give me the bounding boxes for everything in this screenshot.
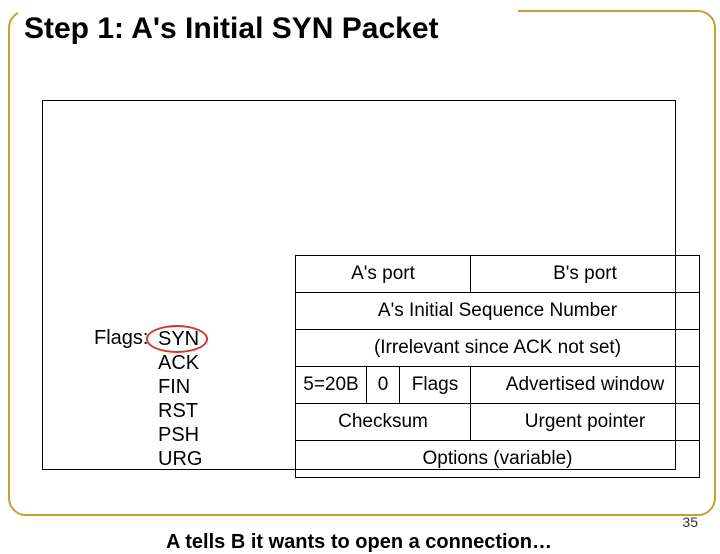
- flag-rst: RST: [158, 399, 202, 423]
- cell-options: Options (variable): [296, 441, 700, 478]
- cell-checksum: Checksum: [296, 404, 471, 441]
- cell-flags: Flags: [400, 367, 471, 404]
- flag-urg: URG: [158, 447, 202, 471]
- flag-ack: ACK: [158, 351, 202, 375]
- slide: Step 1: A's Initial SYN Packet Flags: SY…: [0, 0, 720, 540]
- table-row: A's port B's port: [296, 256, 700, 293]
- table-row: Options (variable): [296, 441, 700, 478]
- cell-src-port: A's port: [296, 256, 471, 293]
- table-row: (Irrelevant since ACK not set): [296, 330, 700, 367]
- flag-fin: FIN: [158, 375, 202, 399]
- cell-urgent-pointer: Urgent pointer: [471, 404, 700, 441]
- cell-seq-number: A's Initial Sequence Number: [296, 293, 700, 330]
- cell-adv-window: Advertised window: [471, 367, 700, 404]
- syn-highlight-circle: [146, 325, 208, 353]
- cell-ack-number: (Irrelevant since ACK not set): [296, 330, 700, 367]
- table-row: A's Initial Sequence Number: [296, 293, 700, 330]
- packet-diagram: A's port B's port A's Initial Sequence N…: [295, 255, 700, 478]
- content-frame: Flags: SYN ACK FIN RST PSH URG A's port …: [42, 100, 676, 470]
- table-row: 5=20B 0 Flags Advertised window: [296, 367, 700, 404]
- cell-dst-port: B's port: [471, 256, 700, 293]
- cell-header-length: 5=20B: [296, 367, 367, 404]
- flag-psh: PSH: [158, 423, 202, 447]
- packet-table: A's port B's port A's Initial Sequence N…: [295, 255, 700, 478]
- page-number: 35: [682, 514, 698, 530]
- page-title: Step 1: A's Initial SYN Packet: [20, 12, 443, 46]
- slide-caption: A tells B it wants to open a connection…: [43, 531, 675, 554]
- cell-reserved: 0: [367, 367, 400, 404]
- table-row: Checksum Urgent pointer: [296, 404, 700, 441]
- flags-label: Flags:: [94, 327, 148, 350]
